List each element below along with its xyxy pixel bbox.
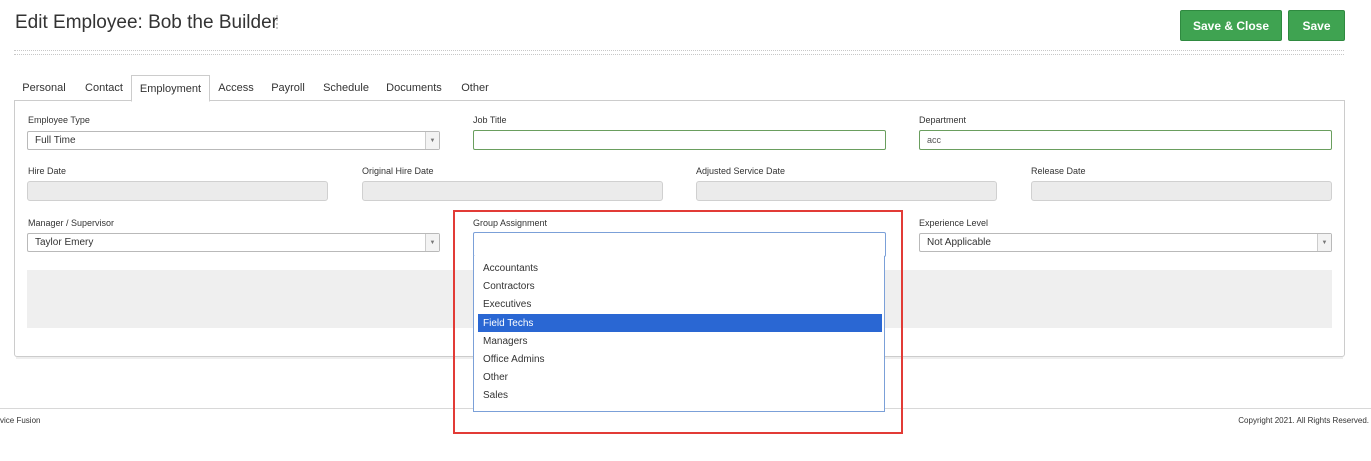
- manager-value: Taylor Emery: [35, 237, 94, 248]
- group-option-sales[interactable]: Sales: [478, 386, 882, 404]
- employee-type-select[interactable]: Full Time ▼: [27, 131, 440, 150]
- experience-level-label: Experience Level: [919, 218, 989, 228]
- experience-level-value: Not Applicable: [927, 237, 991, 248]
- group-option-managers[interactable]: Managers: [478, 332, 882, 350]
- group-option-other[interactable]: Other: [478, 368, 882, 386]
- triangle-down-icon: ▼: [1317, 234, 1331, 251]
- job-title-label: Job Title: [473, 115, 507, 125]
- header-divider: [14, 50, 1344, 55]
- page-title: Edit Employee: Bob the Builder: [15, 12, 278, 33]
- save-close-button[interactable]: Save & Close: [1180, 10, 1282, 41]
- original-hire-date-input[interactable]: [362, 181, 663, 201]
- save-button[interactable]: Save: [1288, 10, 1345, 41]
- tab-access[interactable]: Access: [214, 75, 258, 100]
- group-option-contractors[interactable]: Contractors: [478, 277, 882, 295]
- tab-documents[interactable]: Documents: [382, 75, 446, 100]
- group-option-accountants[interactable]: Accountants: [478, 259, 882, 277]
- group-option-executives[interactable]: Executives: [478, 295, 882, 313]
- group-assignment-dropdown: Accountants Contractors Executives Field…: [473, 256, 885, 412]
- title-separator: [276, 15, 280, 29]
- footer-copyright: Copyright 2021. All Rights Reserved.: [1238, 416, 1369, 425]
- tab-contact[interactable]: Contact: [78, 75, 130, 100]
- tab-employment[interactable]: Employment: [131, 75, 210, 102]
- release-date-input[interactable]: [1031, 181, 1332, 201]
- footer-brand: vice Fusion: [0, 416, 41, 425]
- tab-payroll[interactable]: Payroll: [265, 75, 311, 100]
- triangle-down-icon: ▼: [425, 234, 439, 251]
- experience-level-select[interactable]: Not Applicable ▼: [919, 233, 1332, 252]
- group-option-field-techs[interactable]: Field Techs: [478, 314, 882, 332]
- department-input[interactable]: acc: [919, 130, 1332, 150]
- job-title-input[interactable]: [473, 130, 886, 150]
- original-hire-date-label: Original Hire Date: [362, 166, 434, 176]
- department-label: Department: [919, 115, 967, 125]
- manager-label: Manager / Supervisor: [28, 218, 115, 228]
- employee-type-label: Employee Type: [28, 115, 90, 125]
- hire-date-input[interactable]: [27, 181, 328, 201]
- tab-personal[interactable]: Personal: [18, 75, 70, 100]
- group-assignment-search-input[interactable]: [473, 232, 886, 257]
- tab-other[interactable]: Other: [453, 75, 497, 100]
- manager-select[interactable]: Taylor Emery ▼: [27, 233, 440, 252]
- employee-type-value: Full Time: [35, 135, 76, 146]
- group-option-office-admins[interactable]: Office Admins: [478, 350, 882, 368]
- adjusted-service-date-input[interactable]: [696, 181, 997, 201]
- triangle-down-icon: ▼: [425, 132, 439, 149]
- hire-date-label: Hire Date: [28, 166, 67, 176]
- tab-schedule[interactable]: Schedule: [318, 75, 374, 100]
- adjusted-service-date-label: Adjusted Service Date: [696, 166, 786, 176]
- release-date-label: Release Date: [1031, 166, 1086, 176]
- group-assignment-label: Group Assignment: [473, 218, 548, 228]
